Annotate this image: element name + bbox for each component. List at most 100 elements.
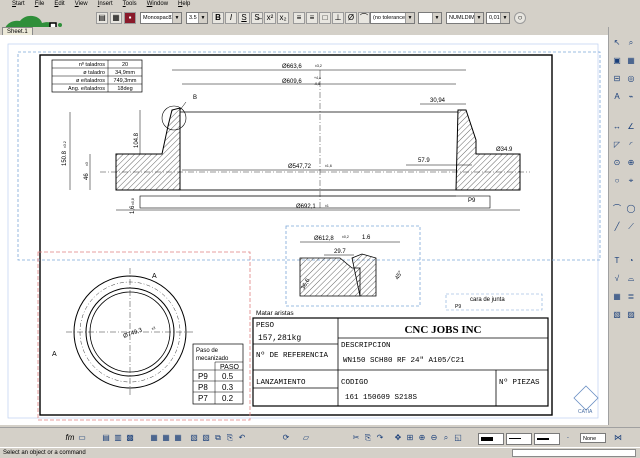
- weld-icon[interactable]: ⌓: [625, 273, 637, 285]
- chevron-down-icon[interactable]: ▼: [500, 13, 509, 23]
- strikethrough-icon[interactable]: S̶: [251, 12, 263, 24]
- size-combo[interactable]: 3.5 ▼: [186, 12, 208, 24]
- compass-icon[interactable]: CATIA: [573, 385, 599, 415]
- redo-icon[interactable]: ↷: [374, 432, 386, 444]
- italic-button[interactable]: I: [225, 12, 237, 24]
- chamfer-icon[interactable]: ◸: [611, 139, 623, 151]
- datum-icon[interactable]: ⊥: [332, 12, 344, 24]
- plane-icon[interactable]: ▱: [300, 432, 312, 444]
- arc-icon[interactable]: ⌒: [611, 203, 623, 215]
- pan-icon[interactable]: ✥: [392, 432, 404, 444]
- balloon-icon[interactable]: ◔: [625, 255, 637, 267]
- undo-icon[interactable]: ↶: [236, 432, 248, 444]
- comment-icon[interactable]: ▭: [76, 432, 88, 444]
- chevron-down-icon[interactable]: ▼: [405, 13, 414, 23]
- zoom-out-icon[interactable]: ⊖: [428, 432, 440, 444]
- grid-icon[interactable]: ▥: [112, 432, 124, 444]
- numbering-combo[interactable]: NUMLDIMM ▼: [446, 12, 484, 24]
- superscript-icon[interactable]: x²: [264, 12, 276, 24]
- detail-icon[interactable]: ▪: [124, 12, 136, 24]
- frame-text-icon[interactable]: □: [319, 12, 331, 24]
- note-p9: P9: [455, 304, 461, 310]
- command-input[interactable]: [512, 449, 636, 457]
- update-icon[interactable]: ⟳: [280, 432, 292, 444]
- chevron-down-icon[interactable]: ▼: [432, 13, 441, 23]
- fit-all-icon[interactable]: ⊞: [404, 432, 416, 444]
- align-center-icon[interactable]: ≡: [306, 12, 318, 24]
- view-projection-icon[interactable]: ▦: [625, 55, 637, 67]
- layer-filter-icon[interactable]: ⋈: [612, 432, 624, 444]
- select-icon[interactable]: ↖: [611, 37, 623, 49]
- chevron-down-icon[interactable]: ▼: [172, 13, 181, 23]
- normal-view-icon[interactable]: ◱: [452, 432, 464, 444]
- view-detail-icon[interactable]: ◎: [625, 73, 637, 85]
- menu-view[interactable]: View: [71, 0, 94, 9]
- align-icon[interactable]: ▦: [172, 432, 184, 444]
- lineweight-combo[interactable]: [534, 433, 560, 445]
- hole-icon[interactable]: ○: [611, 175, 623, 187]
- paste-icon[interactable]: ⎘: [224, 432, 236, 444]
- linetype-combo[interactable]: [506, 433, 532, 445]
- align-left-icon[interactable]: ≡: [293, 12, 305, 24]
- datum-target-icon[interactable]: ⊙: [611, 157, 623, 169]
- menu-start[interactable]: Start: [0, 0, 31, 9]
- underline-button[interactable]: S: [238, 12, 250, 24]
- catalog-icon[interactable]: ▧: [188, 432, 200, 444]
- subscript-icon[interactable]: x₂: [277, 12, 289, 24]
- linetype-swatch: [509, 438, 521, 439]
- zoom-icon[interactable]: ⌕: [625, 37, 637, 49]
- snap-icon[interactable]: ▩: [124, 432, 136, 444]
- text-editor-icon[interactable]: A: [611, 91, 623, 103]
- tolerance-value-combo[interactable]: ▼: [418, 12, 442, 24]
- library-icon[interactable]: ▧: [200, 432, 212, 444]
- print-icon[interactable]: ▤: [100, 432, 112, 444]
- drawing-canvas[interactable]: nº taladros 20 ø taladro 34,9mm ø e/tala…: [0, 35, 608, 425]
- roughness-icon[interactable]: √: [611, 273, 623, 285]
- angle-dimension-icon[interactable]: ∠: [625, 121, 637, 133]
- tolerance-icon[interactable]: ⊕: [625, 157, 637, 169]
- formula-button[interactable]: fm: [64, 432, 76, 444]
- menu-help[interactable]: Help: [174, 0, 196, 9]
- copy-icon[interactable]: ⧉: [212, 432, 224, 444]
- dimension-icon[interactable]: ↔: [611, 121, 623, 133]
- pattern-icon[interactable]: ▧: [611, 309, 623, 321]
- cut-icon[interactable]: ✂: [350, 432, 362, 444]
- table-edit-icon[interactable]: ▦: [148, 432, 160, 444]
- radius-icon[interactable]: ◜: [625, 139, 637, 151]
- menu-tools[interactable]: Tools: [119, 0, 143, 9]
- sheet-icon[interactable]: ▤: [96, 12, 108, 24]
- chevron-down-icon[interactable]: ▼: [198, 13, 207, 23]
- menu-insert[interactable]: Insert: [94, 0, 119, 9]
- axis-icon[interactable]: ⌖: [625, 175, 637, 187]
- symbol-icon[interactable]: ⌒: [358, 12, 370, 24]
- bom-icon[interactable]: ≣: [625, 291, 637, 303]
- chevron-down-icon[interactable]: ▼: [474, 13, 483, 23]
- diameter-icon[interactable]: Ø: [345, 12, 357, 24]
- area-fill-icon[interactable]: ▨: [625, 309, 637, 321]
- tolerance-combo[interactable]: (no tolerance) ▼: [370, 12, 415, 24]
- section-a-left: A: [52, 351, 57, 358]
- frame-icon[interactable]: ▦: [110, 12, 122, 24]
- zoom-area-icon[interactable]: ⌕: [440, 432, 452, 444]
- line-icon[interactable]: ╱: [611, 221, 623, 233]
- color-combo[interactable]: [478, 433, 504, 445]
- view-section-icon[interactable]: ⊟: [611, 73, 623, 85]
- menu-window[interactable]: Window: [143, 0, 174, 9]
- polyline-icon[interactable]: ⟋: [625, 221, 637, 233]
- table-insert-icon[interactable]: ▦: [160, 432, 172, 444]
- precision-combo[interactable]: 0,010 ▼: [486, 12, 510, 24]
- menu-file[interactable]: File: [31, 0, 51, 9]
- paste-special-icon[interactable]: ⎘: [362, 432, 374, 444]
- layer-combo[interactable]: None: [580, 433, 606, 443]
- zoom-in-icon[interactable]: ⊕: [416, 432, 428, 444]
- view-front-icon[interactable]: ▣: [611, 55, 623, 67]
- radio-icon[interactable]: ○: [514, 12, 526, 24]
- point-style-icon[interactable]: ·: [562, 432, 574, 444]
- menu-edit[interactable]: Edit: [50, 0, 70, 9]
- bold-button[interactable]: B: [212, 12, 224, 24]
- circle-icon[interactable]: ◯: [625, 203, 637, 215]
- text-icon[interactable]: T: [611, 255, 623, 267]
- font-combo[interactable]: Monospac821 ▼: [140, 12, 182, 24]
- table-icon[interactable]: ▦: [611, 291, 623, 303]
- clip-icon[interactable]: ⌁: [625, 91, 637, 103]
